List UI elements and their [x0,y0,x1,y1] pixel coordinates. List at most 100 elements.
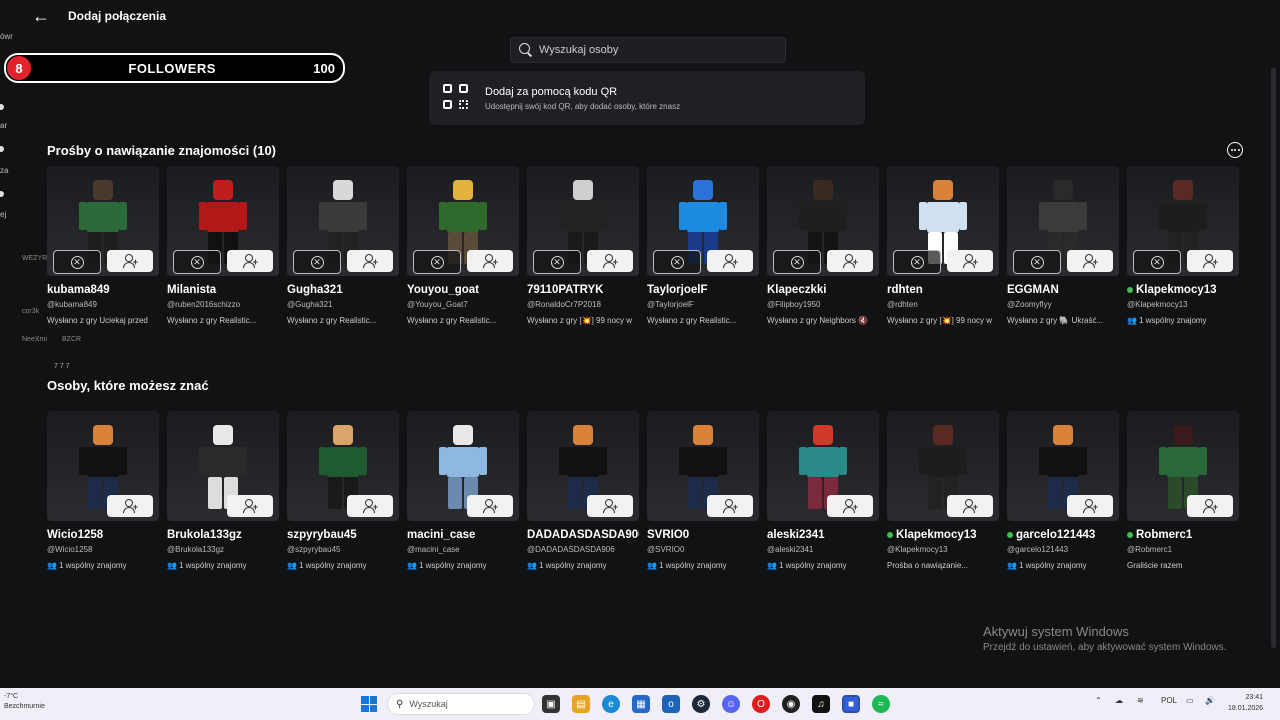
task-view-icon[interactable]: ▣ [542,695,560,713]
avatar-thumbnail[interactable]: + [1007,411,1119,521]
user-display-name[interactable]: rdhten [887,284,999,296]
avatar-thumbnail[interactable]: ✕ + [647,166,759,276]
avatar-thumbnail[interactable]: ✕ + [1127,166,1239,276]
edge-browser-icon[interactable]: e [602,695,620,713]
tray-monitor-icon[interactable]: ▭ [1186,696,1194,705]
decline-button[interactable]: ✕ [53,250,101,274]
add-friend-button[interactable]: + [227,250,273,272]
clock[interactable]: 23:41 18.01.2026 [1228,692,1263,714]
user-display-name[interactable]: 79110PATRYK [527,284,639,296]
suggestion-card[interactable]: + Klapekmocy13 @Klapekmocy13 Prośba o nawią… [887,411,999,570]
store-icon[interactable]: ▦ [632,695,650,713]
tiktok-icon[interactable]: ♫ [812,695,830,713]
more-options-icon[interactable] [1227,142,1243,158]
suggestion-card[interactable]: + Robmerc1 @Robmerc1 Graliście razem [1127,411,1239,570]
avatar-thumbnail[interactable]: ✕ + [887,166,999,276]
friend-request-card[interactable]: ✕ + Gugha321 @Gugha321 Wysłano z gry Realist… [287,166,399,325]
qr-code-card[interactable]: Dodaj za pomocą kodu QR Udostępnij swój … [429,71,865,125]
roblox-icon[interactable]: ■ [842,695,860,713]
decline-button[interactable]: ✕ [413,250,461,274]
keyboard-language[interactable]: POL [1161,696,1177,705]
decline-button[interactable]: ✕ [893,250,941,274]
add-friend-button[interactable]: + [1067,495,1113,517]
friend-request-card[interactable]: ✕ + kubama849 @kubama849 Wysłano z gry Uciek… [47,166,159,325]
user-display-name[interactable]: TaylorjoelF [647,284,759,296]
decline-button[interactable]: ✕ [293,250,341,274]
decline-button[interactable]: ✕ [1133,250,1181,274]
user-display-name[interactable]: szpyrybau45 [287,529,399,541]
suggestion-card[interactable]: + Wicio1258 @Wicio1258 👥 1 wspólny znajomy [47,411,159,570]
friend-request-card[interactable]: ✕ + Klapeczkki @Filipboy1950 Wysłano z gry N… [767,166,879,325]
avatar-thumbnail[interactable]: ✕ + [287,166,399,276]
friend-request-card[interactable]: ✕ + rdhten @rdhten Wysłano z gry [💥] 99 nocy… [887,166,999,325]
tray-network-icon[interactable]: ☁ [1115,696,1123,705]
avatar-thumbnail[interactable]: + [767,411,879,521]
avatar-thumbnail[interactable]: ✕ + [407,166,519,276]
suggestion-card[interactable]: + Brukola133gz @Brukola133gz 👥 1 wspólny zna… [167,411,279,570]
file-explorer-icon[interactable]: ▤ [572,695,590,713]
avatar-thumbnail[interactable]: + [887,411,999,521]
user-display-name[interactable]: EGGMAN [1007,284,1119,296]
tray-volume-icon[interactable]: 🔊 [1205,696,1215,705]
friend-request-card[interactable]: ✕ + EGGMAN @Zoomyflyy Wysłano z gry 🐘 Ukraść… [1007,166,1119,325]
suggestion-card[interactable]: + szpyrybau45 @szpyrybau45 👥 1 wspólny znajo… [287,411,399,570]
decline-button[interactable]: ✕ [533,250,581,274]
user-display-name[interactable]: Klapekmocy13 [1127,284,1239,296]
user-display-name[interactable]: SVRIO0 [647,529,759,541]
avatar-thumbnail[interactable]: + [47,411,159,521]
add-friend-button[interactable]: + [467,250,513,272]
add-friend-button[interactable]: + [947,495,993,517]
add-friend-button[interactable]: + [1187,250,1233,272]
scrollbar[interactable] [1271,68,1276,648]
user-display-name[interactable]: Youyou_goat [407,284,519,296]
add-friend-button[interactable]: + [587,250,633,272]
decline-button[interactable]: ✕ [1013,250,1061,274]
friend-request-card[interactable]: ✕ + TaylorjoelF @TaylorjoelF Wysłano z gry R… [647,166,759,325]
chrome-icon[interactable]: ◉ [782,695,800,713]
search-box[interactable] [510,37,786,63]
friend-request-card[interactable]: ✕ + Milanista @ruben2016schizzo Wysłano z gr… [167,166,279,325]
user-display-name[interactable]: macini_case [407,529,519,541]
spotify-icon[interactable]: ≈ [872,695,890,713]
add-friend-button[interactable]: + [107,250,153,272]
avatar-thumbnail[interactable]: ✕ + [47,166,159,276]
add-friend-button[interactable]: + [947,250,993,272]
add-friend-button[interactable]: + [1067,250,1113,272]
user-display-name[interactable]: Klapekmocy13 [887,529,999,541]
add-friend-button[interactable]: + [587,495,633,517]
user-display-name[interactable]: Robmerc1 [1127,529,1239,541]
add-friend-button[interactable]: + [827,250,873,272]
avatar-thumbnail[interactable]: + [287,411,399,521]
user-display-name[interactable]: Brukola133gz [167,529,279,541]
user-display-name[interactable]: aleski2341 [767,529,879,541]
add-friend-button[interactable]: + [1187,495,1233,517]
avatar-thumbnail[interactable]: + [527,411,639,521]
user-display-name[interactable]: kubama849 [47,284,159,296]
avatar-thumbnail[interactable]: + [1127,411,1239,521]
avatar-thumbnail[interactable]: ✕ + [1007,166,1119,276]
outlook-icon[interactable]: o [662,695,680,713]
decline-button[interactable]: ✕ [773,250,821,274]
user-display-name[interactable]: Wicio1258 [47,529,159,541]
add-friend-button[interactable]: + [467,495,513,517]
suggestion-card[interactable]: + aleski2341 @aleski2341 👥 1 wspólny znajomy [767,411,879,570]
discord-icon[interactable]: ☺ [722,695,740,713]
windows-start-icon[interactable] [361,696,377,712]
tray-chevron-icon[interactable]: ⌃ [1095,696,1102,705]
suggestion-card[interactable]: + macini_case @macini_case 👥 1 wspólny znajo… [407,411,519,570]
add-friend-button[interactable]: + [707,495,753,517]
suggestion-card[interactable]: + DADADASDASDA906 @DADADASDASDA906 👥 1 wspól… [527,411,639,570]
taskbar-search[interactable]: ⚲ Wyszukaj [387,693,535,715]
user-display-name[interactable]: Gugha321 [287,284,399,296]
avatar-thumbnail[interactable]: + [647,411,759,521]
friend-request-card[interactable]: ✕ + Youyou_goat @Youyou_Goat7 Wysłano z gry … [407,166,519,325]
add-friend-button[interactable]: + [707,250,753,272]
decline-button[interactable]: ✕ [653,250,701,274]
steam-icon[interactable]: ⚙ [692,695,710,713]
decline-button[interactable]: ✕ [173,250,221,274]
suggestion-card[interactable]: + garcelo121443 @garcelo121443 👥 1 wspólny z… [1007,411,1119,570]
tray-wifi-icon[interactable]: ≋ [1137,696,1144,705]
opera-icon[interactable]: O [752,695,770,713]
avatar-thumbnail[interactable]: ✕ + [527,166,639,276]
add-friend-button[interactable]: + [827,495,873,517]
